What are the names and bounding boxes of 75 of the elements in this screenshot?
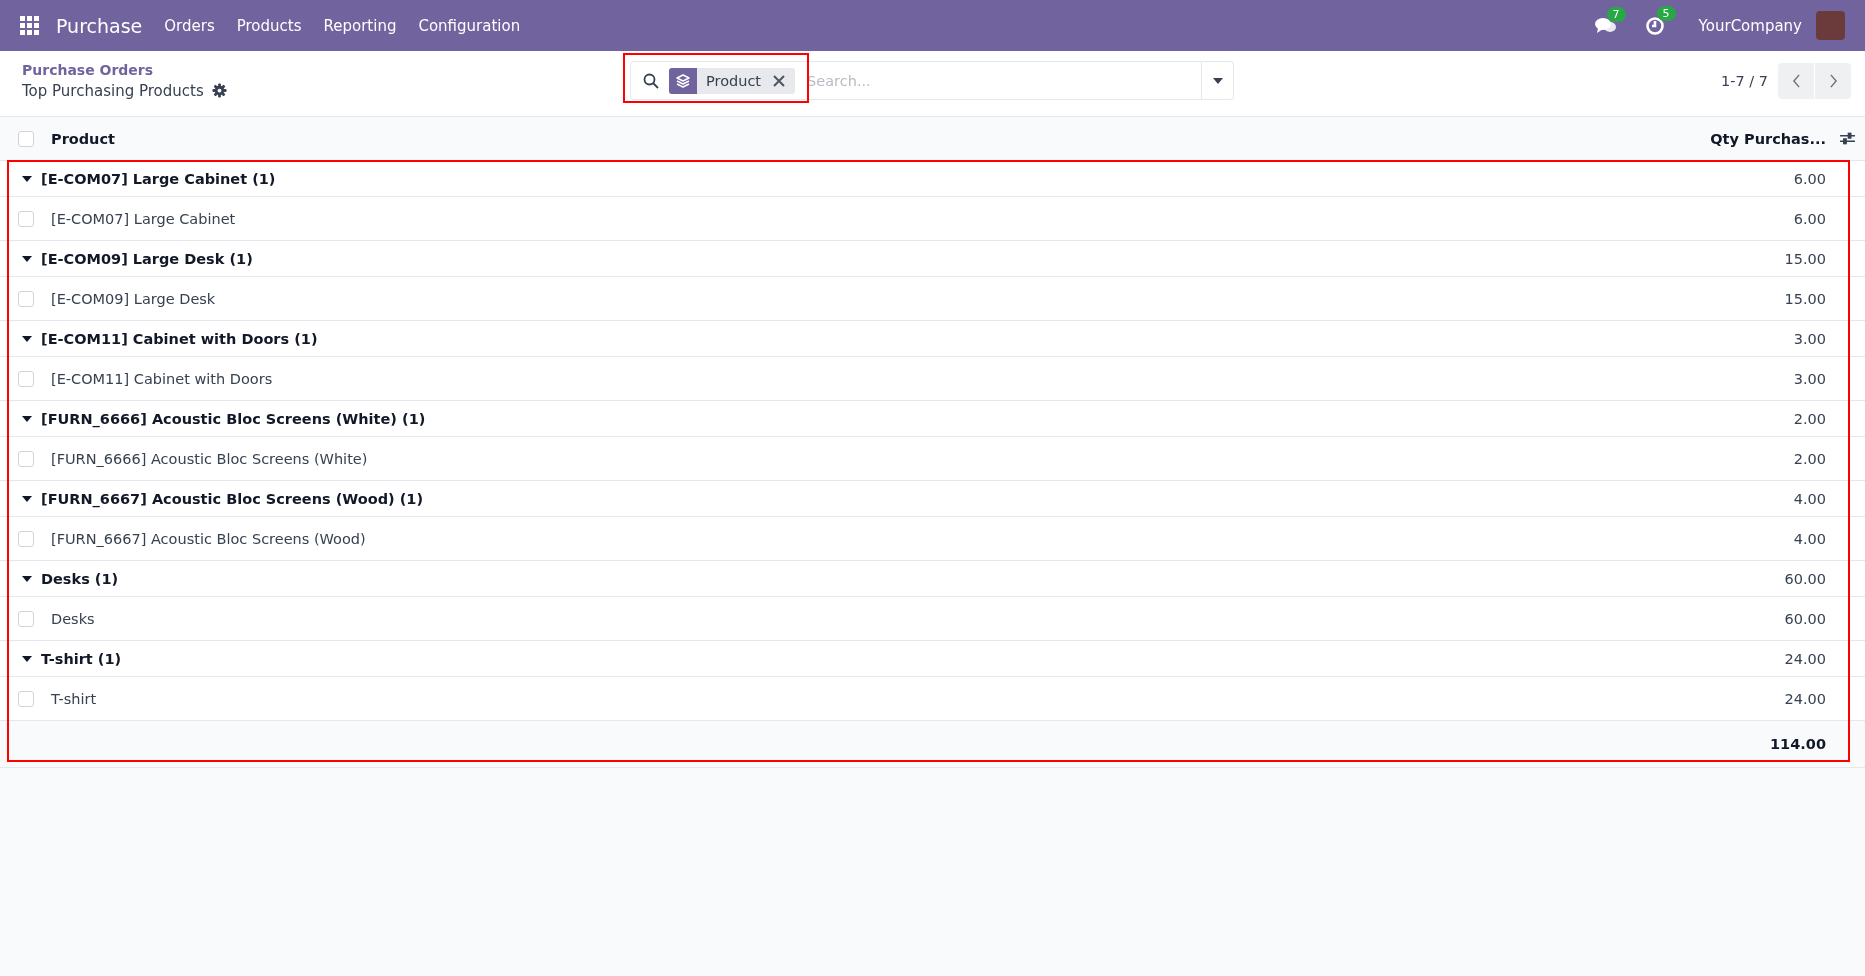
user-avatar[interactable] [1816, 11, 1845, 40]
row-checkbox[interactable] [18, 290, 34, 307]
group-total: 24.00 [1784, 650, 1826, 667]
page-title: Top Purchasing Products [22, 81, 204, 100]
table-cell: 60.00 [1784, 610, 1826, 627]
group-row[interactable]: [FURN_6667] Acoustic Bloc Screens (Wood) (1) 4.00 [0, 481, 1865, 517]
group-label: T-shirt (1) [41, 650, 122, 667]
menu-item[interactable]: Products [236, 16, 302, 35]
group-label: [FURN_6666] Acoustic Bloc Screens (White) (1) [41, 410, 426, 427]
menu-item[interactable]: Reporting [323, 16, 397, 35]
gear-icon[interactable] [211, 83, 227, 98]
group-total: 4.00 [1793, 490, 1826, 507]
menu-item[interactable]: Orders [164, 16, 215, 35]
row-checkbox[interactable] [18, 210, 34, 227]
group-label: Desks (1) [41, 570, 119, 587]
table-cell: [E-COM09] Large Desk [51, 290, 216, 307]
group-label: [E-COM11] Cabinet with Doors (1) [41, 330, 318, 347]
group-total: 3.00 [1793, 330, 1826, 347]
search-options-toggle[interactable] [1202, 61, 1234, 100]
table-cell: Desks [51, 610, 95, 627]
activity-count-badge: 5 [1656, 5, 1676, 21]
caret-down-icon [1212, 77, 1223, 84]
select-all-checkbox[interactable] [18, 130, 34, 147]
row-checkbox[interactable] [18, 450, 34, 467]
column-header[interactable]: Qty Purchas... [1710, 130, 1826, 147]
group-row[interactable]: [E-COM09] Large Desk (1) 15.00 [0, 241, 1865, 277]
table-cell: 2.00 [1793, 450, 1826, 467]
group-row[interactable]: [FURN_6666] Acoustic Bloc Screens (White) (1) 2.00 [0, 401, 1865, 437]
table-cell: 6.00 [1793, 210, 1826, 227]
group-total: 15.00 [1784, 250, 1826, 267]
chevron-right-icon [1828, 73, 1838, 88]
sliders-icon[interactable] [1840, 132, 1855, 145]
table-cell: 3.00 [1793, 370, 1826, 387]
search-input[interactable]: Search... [805, 71, 1195, 90]
search-icon [643, 72, 659, 89]
clock-icon[interactable] [1644, 15, 1665, 36]
menu-item[interactable]: Configuration [418, 16, 521, 35]
chat-icon[interactable] [1594, 16, 1617, 35]
facet-label: Product [705, 72, 763, 89]
table-cell: [FURN_6667] Acoustic Bloc Screens (Wood) [51, 530, 366, 547]
search-field[interactable]: Product Search... [630, 61, 1202, 100]
column-header[interactable]: Product [51, 130, 115, 147]
row-checkbox[interactable] [18, 690, 34, 707]
company-name[interactable]: YourCompany [1698, 16, 1802, 35]
group-total: 6.00 [1793, 170, 1826, 187]
row-checkbox[interactable] [18, 610, 34, 627]
message-count-badge: 7 [1606, 6, 1626, 22]
group-row[interactable]: [E-COM07] Large Cabinet (1) 6.00 [0, 161, 1865, 197]
group-total: 60.00 [1784, 570, 1826, 587]
group-total: 2.00 [1793, 410, 1826, 427]
group-row[interactable]: Desks (1) 60.00 [0, 561, 1865, 597]
table-cell: T-shirt [51, 690, 97, 707]
group-label: [E-COM09] Large Desk (1) [41, 250, 253, 267]
row-checkbox[interactable] [18, 370, 34, 387]
pager-value[interactable]: 1-7 / 7 [1721, 72, 1768, 89]
app-name-link[interactable]: Purchase [56, 14, 143, 37]
next-page-button[interactable] [1815, 62, 1851, 99]
breadcrumb-link[interactable]: Purchase Orders [22, 61, 154, 78]
grand-total: 114.00 [1770, 736, 1826, 752]
group-label: [E-COM07] Large Cabinet (1) [41, 170, 276, 187]
group-label: [FURN_6667] Acoustic Bloc Screens (Wood) (1) [41, 490, 424, 507]
table-cell: 4.00 [1793, 530, 1826, 547]
layers-icon [675, 72, 691, 89]
close-icon[interactable] [773, 74, 786, 87]
table-cell: [FURN_6666] Acoustic Bloc Screens (White) [51, 450, 368, 467]
chevron-left-icon [1791, 73, 1801, 88]
table-cell: 15.00 [1784, 290, 1826, 307]
group-row[interactable]: [E-COM11] Cabinet with Doors (1) 3.00 [0, 321, 1865, 357]
row-checkbox[interactable] [18, 530, 34, 547]
table-cell: [E-COM07] Large Cabinet [51, 210, 236, 227]
table-cell: 24.00 [1784, 690, 1826, 707]
group-row[interactable]: T-shirt (1) 24.00 [0, 641, 1865, 677]
previous-page-button[interactable] [1778, 62, 1814, 99]
app-grid-icon[interactable] [20, 15, 40, 36]
table-cell: [E-COM11] Cabinet with Doors [51, 370, 273, 387]
